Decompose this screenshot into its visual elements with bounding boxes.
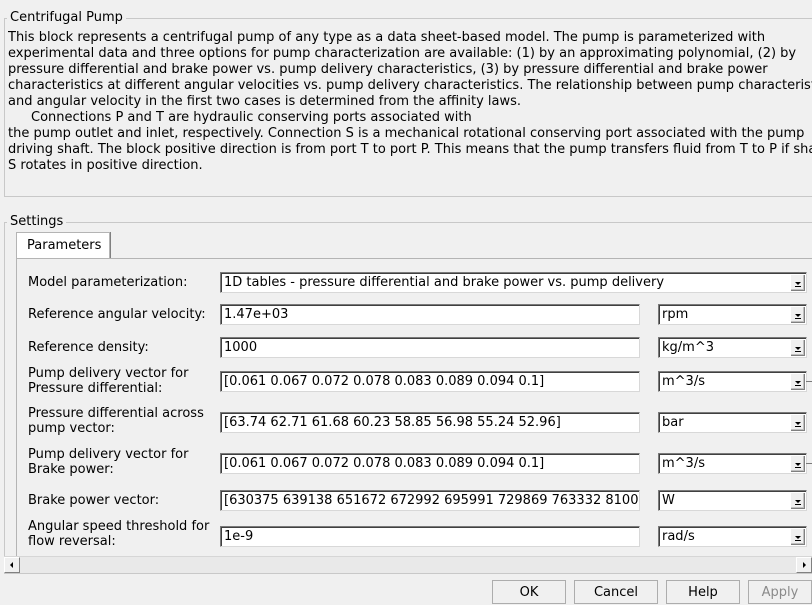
divider [806,463,812,464]
unit-value: m^3/s [662,374,705,389]
model-parameterization-dropdown[interactable]: 1D tables - pressure differential and br… [220,272,807,293]
angular-speed-threshold-unit-dropdown[interactable]: rad/s [658,526,807,547]
description-line: This block represents a centrifugal pump… [8,30,766,45]
cancel-button[interactable]: Cancel [574,580,658,604]
unit-value: rpm [662,307,689,322]
pressure-differential-input[interactable]: [63.74 62.71 61.68 60.23 58.85 56.98 55.… [220,412,640,433]
pump-delivery-pressure-label: Pump delivery vector for Pressure differ… [28,366,188,396]
pump-delivery-pressure-unit-dropdown[interactable]: m^3/s [658,371,807,392]
tab-parameters[interactable]: Parameters [16,232,110,258]
ok-button[interactable]: OK [492,580,566,604]
description-line: characteristics at different angular vel… [8,78,812,93]
unit-value: bar [662,415,684,430]
label-line: flow reversal: [28,534,116,549]
unit-value: kg/m^3 [662,340,714,355]
divider [806,381,812,382]
settings-group-title: Settings [7,214,67,230]
brake-power-vector-label: Brake power vector: [28,493,160,508]
reference-angular-velocity-input[interactable]: 1.47e+03 [220,304,640,325]
chevron-down-icon[interactable] [790,339,805,356]
pump-delivery-brake-unit-dropdown[interactable]: m^3/s [658,453,807,474]
unit-value: rad/s [662,529,695,544]
label-line: pump vector: [28,421,115,436]
description-line: pressure differential and brake power vs… [8,62,768,77]
label-line: Angular speed threshold for [28,519,210,534]
pump-delivery-brake-label: Pump delivery vector for Brake power: [28,447,188,477]
pump-delivery-pressure-input[interactable]: [0.061 0.067 0.072 0.078 0.083 0.089 0.0… [220,371,640,392]
label-line: Pressure differential across [28,406,204,421]
description-line: S rotates in positive direction. [8,158,203,173]
reference-angular-velocity-unit-dropdown[interactable]: rpm [658,304,807,325]
help-button[interactable]: Help [666,580,740,604]
description-line: driving shaft. The block positive direct… [8,142,812,157]
angular-speed-threshold-input[interactable]: 1e-9 [220,526,640,547]
chevron-down-icon[interactable] [790,306,805,323]
label-line: Pump delivery vector for [28,447,189,462]
chevron-down-icon[interactable] [790,455,805,472]
angular-speed-threshold-label: Angular speed threshold for flow reversa… [28,519,209,549]
pump-delivery-brake-input[interactable]: [0.061 0.067 0.072 0.078 0.083 0.089 0.0… [220,453,640,474]
description-line: Connections P and T are hydraulic conser… [31,110,472,125]
brake-power-vector-input[interactable]: [630375 639138 651672 672992 695991 7298… [220,490,640,511]
label-line: Pressure differential: [28,381,163,396]
unit-value: m^3/s [662,456,705,471]
description-line: experimental data and three options for … [8,46,797,61]
unit-value: W [662,493,675,508]
pressure-differential-unit-dropdown[interactable]: bar [658,412,807,433]
block-description: This block represents a centrifugal pump… [8,30,812,174]
scroll-left-icon[interactable] [4,557,20,573]
chevron-down-icon[interactable] [790,492,805,509]
reference-density-unit-dropdown[interactable]: kg/m^3 [658,337,807,358]
chevron-down-icon[interactable] [790,274,805,291]
description-line: and angular velocity in the first two ca… [8,94,522,109]
chevron-down-icon[interactable] [790,373,805,390]
label-line: Brake power: [28,462,114,477]
brake-power-vector-unit-dropdown[interactable]: W [658,490,807,511]
horizontal-scrollbar[interactable] [4,556,812,573]
description-group-title: Centrifugal Pump [7,10,126,26]
model-parameterization-label: Model parameterization: [28,275,188,290]
chevron-down-icon[interactable] [790,528,805,545]
description-line: the pump outlet and inlet, respectively.… [8,126,805,141]
model-parameterization-value: 1D tables - pressure differential and br… [224,275,665,290]
reference-angular-velocity-label: Reference angular velocity: [28,307,206,322]
label-line: Pump delivery vector for [28,366,189,381]
reference-density-input[interactable]: 1000 [220,337,640,358]
chevron-down-icon[interactable] [790,414,805,431]
scroll-right-icon[interactable] [796,557,812,573]
reference-density-label: Reference density: [28,340,149,355]
pressure-differential-label: Pressure differential across pump vector… [28,406,204,436]
apply-button[interactable]: Apply [748,580,812,604]
